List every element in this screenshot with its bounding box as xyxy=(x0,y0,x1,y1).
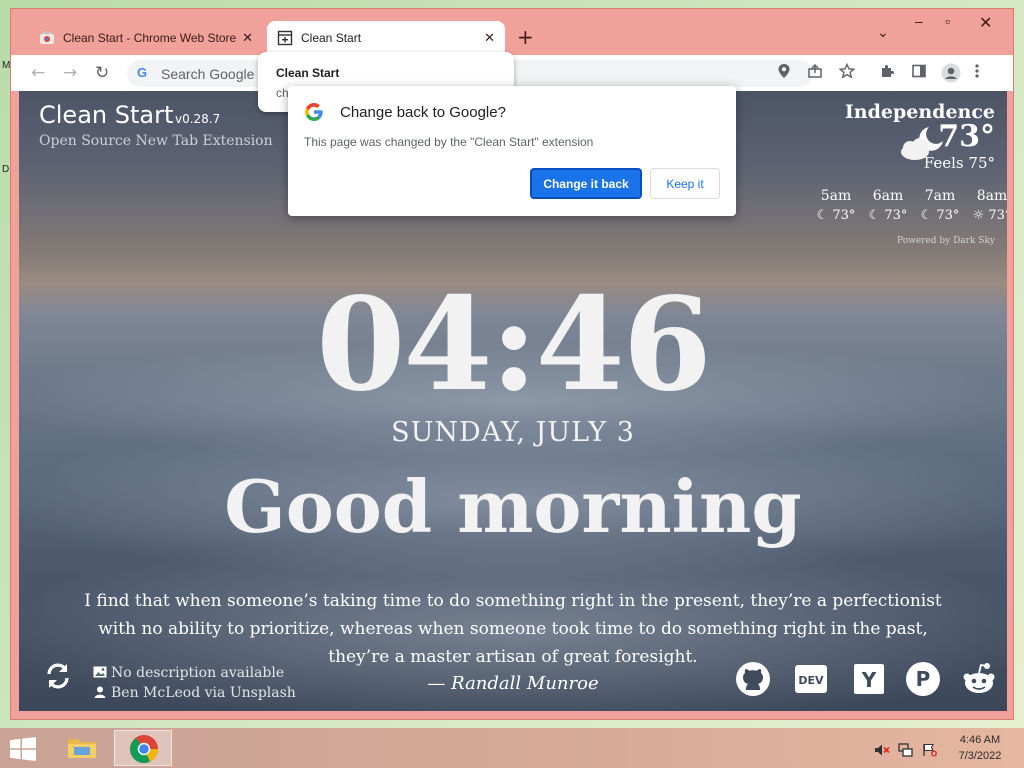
extensions-puzzle-icon[interactable] xyxy=(879,63,895,84)
close-window-button[interactable]: ✕ xyxy=(979,13,992,33)
action-center-flag-icon[interactable] xyxy=(922,742,938,757)
desktop-label-mid: D xyxy=(2,164,10,175)
weather-temperature: 73° xyxy=(938,119,995,154)
hourly-forecast-item: 7am ☾ 73° xyxy=(915,188,965,223)
hourly-forecast-item: 6am ☾ 73° xyxy=(863,188,913,223)
maximize-button[interactable]: ▫ xyxy=(945,13,950,29)
photo-description: No description available xyxy=(93,665,284,681)
tab-close-icon[interactable]: ✕ xyxy=(484,30,495,46)
volume-muted-icon[interactable] xyxy=(874,742,890,756)
photo-credit-text: Ben McLeod via Unsplash xyxy=(111,685,296,701)
moon-cloud-icon: ☾ xyxy=(920,208,933,223)
hour-temp: 73° xyxy=(936,208,960,223)
back-button[interactable]: ← xyxy=(31,63,45,83)
tab-chrome-web-store[interactable]: Clean Start - Chrome Web Store ✕ xyxy=(29,21,263,55)
hour-time: 5am xyxy=(820,188,852,204)
reload-button[interactable]: ↻ xyxy=(95,63,109,83)
chrome-web-store-icon xyxy=(39,30,55,46)
google-g-icon xyxy=(304,102,324,122)
dev-to-link-icon[interactable]: DEV xyxy=(793,661,829,697)
hour-time: 7am xyxy=(924,188,956,204)
file-explorer-icon[interactable] xyxy=(60,730,104,766)
hacker-news-link-icon[interactable]: Y xyxy=(851,661,887,697)
change-back-dialog: Change back to Google? This page was cha… xyxy=(288,86,736,216)
bookmark-star-icon[interactable] xyxy=(838,62,856,84)
new-tab-button[interactable]: + xyxy=(517,25,534,49)
refresh-background-icon[interactable] xyxy=(43,661,73,691)
hour-temp: 73° xyxy=(988,208,1007,223)
date: SUNDAY, JULY 3 xyxy=(391,417,635,448)
change-it-back-button[interactable]: Change it back xyxy=(530,168,642,199)
quote-text: I find that when someone’s taking time t… xyxy=(84,591,942,667)
tab-label: Clean Start - Chrome Web Store xyxy=(63,31,237,45)
photo-description-text: No description available xyxy=(111,665,285,681)
dev-label: DEV xyxy=(798,674,824,687)
photo-credit[interactable]: Ben McLeod via Unsplash xyxy=(93,685,296,701)
network-icon[interactable] xyxy=(898,742,914,757)
tab-label: Clean Start xyxy=(301,31,362,45)
hourly-forecast-item: 5am ☾ 73° xyxy=(811,188,861,223)
yc-label: Y xyxy=(861,668,877,692)
side-panel-icon[interactable] xyxy=(911,63,927,84)
hourly-forecast-item: 8am ☼ 73° xyxy=(967,188,1007,223)
clean-start-icon xyxy=(277,30,293,46)
google-g-icon: G xyxy=(137,65,148,80)
menu-kebab-icon[interactable] xyxy=(975,63,979,84)
hour-time: 8am xyxy=(976,188,1007,204)
dialog-title: Change back to Google? xyxy=(340,104,506,121)
taskbar: 4:46 AM 7/3/2022 xyxy=(0,728,1024,768)
sun-cloud-icon: ☼ xyxy=(972,208,985,223)
share-icon[interactable] xyxy=(807,63,823,84)
taskbar-clock-time[interactable]: 4:46 AM xyxy=(950,734,1010,746)
hour-temp: 73° xyxy=(832,208,856,223)
profile-avatar-icon[interactable] xyxy=(941,63,961,88)
ph-label: P xyxy=(916,667,931,691)
tab-close-icon[interactable]: ✕ xyxy=(242,30,253,46)
moon-cloud-icon: ☾ xyxy=(868,208,881,223)
forward-button[interactable]: → xyxy=(63,63,77,83)
product-hunt-link-icon[interactable]: P xyxy=(905,661,941,697)
location-icon[interactable] xyxy=(777,63,791,84)
keep-it-button[interactable]: Keep it xyxy=(650,168,720,199)
weather-feels-like: Feels 75° xyxy=(923,154,995,172)
windows-start-icon[interactable] xyxy=(10,737,36,761)
brand-subtitle: Open Source New Tab Extension xyxy=(39,133,273,149)
tab-search-button[interactable]: ⌄ xyxy=(877,25,889,41)
hover-card-subtitle: ch xyxy=(276,86,289,100)
moon-cloud-icon: ☾ xyxy=(816,208,829,223)
github-link-icon[interactable] xyxy=(735,661,771,697)
clock: 04:46 xyxy=(316,270,712,420)
hour-time: 6am xyxy=(872,188,904,204)
image-icon xyxy=(93,666,107,678)
taskbar-clock-date[interactable]: 7/3/2022 xyxy=(950,750,1010,762)
user-icon xyxy=(93,686,107,698)
omnibox-placeholder: Search Google o xyxy=(161,66,267,82)
chrome-taskbar-icon[interactable] xyxy=(114,730,172,766)
reddit-link-icon[interactable] xyxy=(961,661,997,697)
weather-attribution[interactable]: Powered by Dark Sky xyxy=(897,236,995,246)
hover-card-title: Clean Start xyxy=(276,66,340,80)
minimize-button[interactable]: – xyxy=(915,13,923,29)
brand-version: v0.28.7 xyxy=(175,112,221,126)
tab-strip: Clean Start - Chrome Web Store ✕ Clean S… xyxy=(11,9,1013,55)
dialog-body: This page was changed by the "Clean Star… xyxy=(304,135,594,149)
tab-clean-start[interactable]: Clean Start ✕ xyxy=(267,21,505,55)
brand-title: Clean Start xyxy=(39,101,174,129)
greeting: Good morning xyxy=(224,464,802,549)
hour-temp: 73° xyxy=(884,208,908,223)
